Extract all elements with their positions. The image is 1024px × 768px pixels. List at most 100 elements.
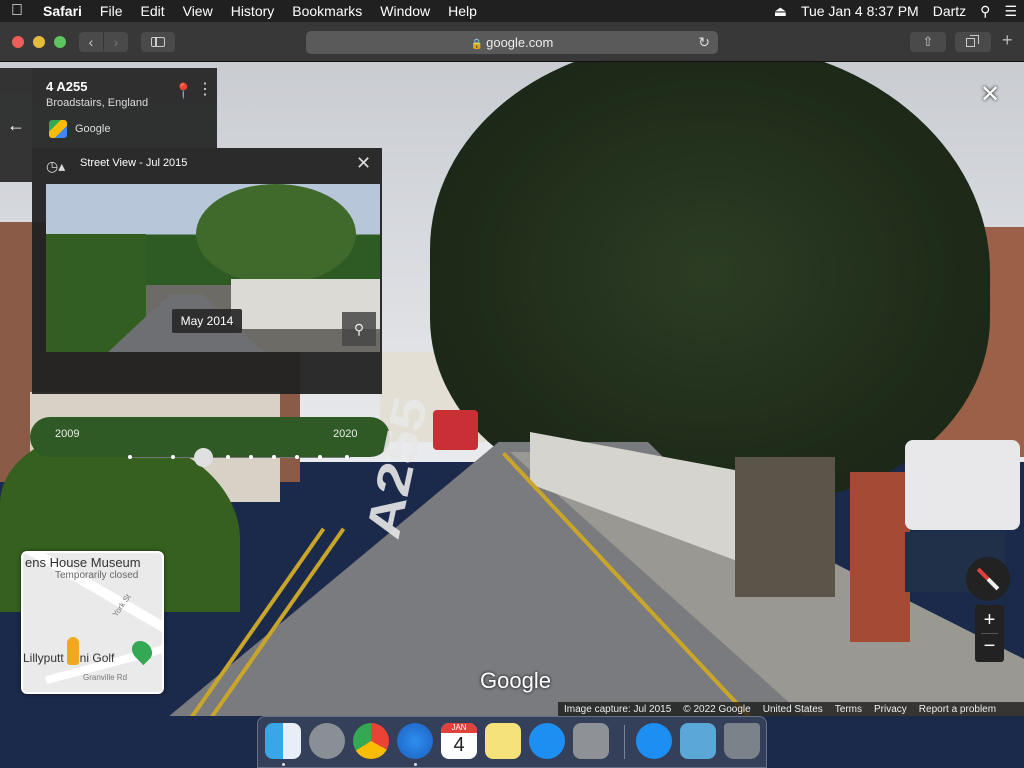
calendar-icon[interactable]: JAN 4 xyxy=(441,723,477,759)
lock-icon: 🔒 xyxy=(470,39,484,50)
tabs-icon-back xyxy=(970,35,979,44)
more-options-icon[interactable]: ⋮ xyxy=(197,79,213,99)
year-end-label: 2020 xyxy=(333,428,358,440)
close-icon[interactable]: ✕ xyxy=(356,153,371,174)
menu-help[interactable]: Help xyxy=(439,0,486,22)
timeline-dot[interactable] xyxy=(345,455,349,459)
timeline-track[interactable] xyxy=(128,455,350,459)
control-center-icon[interactable]: ☰ xyxy=(997,3,1024,20)
location-pin-icon[interactable]: 📍 xyxy=(174,82,193,100)
timeline-dot[interactable] xyxy=(272,455,276,459)
minimap[interactable]: ens House Museum Temporarily closed York… xyxy=(21,551,164,694)
app-store-download-icon[interactable] xyxy=(636,723,672,759)
reload-icon[interactable]: ↻ xyxy=(698,31,710,54)
forward-button[interactable]: › xyxy=(104,32,128,52)
timeline-dot[interactable] xyxy=(226,455,230,459)
google-watermark: Google xyxy=(480,668,551,693)
history-clock-icon[interactable]: ◷▴ xyxy=(46,158,65,175)
timeline-dot[interactable] xyxy=(249,455,253,459)
menu-safari[interactable]: Safari xyxy=(34,0,91,22)
privacy-link[interactable]: Privacy xyxy=(868,704,913,715)
menu-window[interactable]: Window xyxy=(371,0,439,22)
pegman-icon[interactable] xyxy=(67,637,79,665)
tab-overview-button[interactable] xyxy=(955,32,991,52)
timeline-slider-knob[interactable] xyxy=(193,448,213,467)
address-bar[interactable]: 🔒 google.com ↻ xyxy=(306,31,718,54)
notes-icon[interactable] xyxy=(485,723,521,759)
url-text: google.com xyxy=(486,35,554,50)
calendar-day: 4 xyxy=(453,734,465,756)
back-button[interactable]: ‹ xyxy=(79,32,103,52)
divider xyxy=(981,633,998,634)
zoom-in-thumbnail-icon[interactable]: ⚲ xyxy=(342,312,376,346)
address-card: 4 A255 Broadstairs, England 📍 ⋮ Google xyxy=(32,68,217,148)
dock-separator xyxy=(624,725,625,759)
share-button[interactable]: ⇧ xyxy=(910,32,946,52)
spotlight-search-icon[interactable]: ⚲ xyxy=(973,3,997,20)
menu-file[interactable]: File xyxy=(91,0,132,22)
year-start-label: 2009 xyxy=(55,428,80,440)
trash-icon[interactable] xyxy=(724,723,760,759)
report-problem-link[interactable]: Report a problem xyxy=(913,704,1002,715)
copyright: © 2022 Google xyxy=(683,703,751,715)
chrome-icon[interactable] xyxy=(353,723,389,759)
running-indicator xyxy=(414,763,417,766)
date-tooltip: May 2014 xyxy=(172,309,242,333)
menu-view[interactable]: View xyxy=(174,0,222,22)
back-arrow-button[interactable]: ← xyxy=(0,68,32,182)
map-place-label: ens House Museum xyxy=(25,555,141,570)
attribution-bar: Image capture: Jul 2015 © 2022 Google Un… xyxy=(558,702,1024,716)
eject-icon[interactable]: ⏏ xyxy=(767,3,794,20)
zoom-in-button[interactable]: + xyxy=(975,607,1004,633)
address-subtitle: Broadstairs, England xyxy=(46,97,149,109)
white-structure xyxy=(905,440,1020,530)
timeline-dot[interactable] xyxy=(295,455,299,459)
google-maps-icon xyxy=(49,120,67,138)
close-street-view-icon[interactable]: ✕ xyxy=(980,80,1000,109)
menu-bar:  Safari File Edit View History Bookmark… xyxy=(0,0,1024,22)
launchpad-icon[interactable] xyxy=(309,723,345,759)
terms-link[interactable]: Terms xyxy=(829,704,868,715)
zoom-control: + − xyxy=(975,605,1004,662)
bus xyxy=(433,410,478,450)
dock: JAN 4 xyxy=(257,716,767,768)
brick-pillar xyxy=(850,472,910,642)
map-street-label-2: Granville Rd xyxy=(83,673,128,682)
timeline-dot[interactable] xyxy=(171,455,175,459)
finder-icon[interactable] xyxy=(265,723,301,759)
back-arrow-icon: ← xyxy=(7,115,25,135)
sidebar-toggle-button[interactable] xyxy=(141,32,175,52)
zoom-out-button[interactable]: − xyxy=(975,635,1004,661)
timeline-dot[interactable] xyxy=(128,455,132,459)
image-capture-date: Image capture: Jul 2015 xyxy=(564,703,672,715)
time-machine-title: Street View - Jul 2015 xyxy=(80,157,188,169)
timeline-dot[interactable] xyxy=(318,455,322,459)
menu-edit[interactable]: Edit xyxy=(131,0,173,22)
region-link[interactable]: United States xyxy=(757,704,829,715)
map-place-status: Temporarily closed xyxy=(55,570,139,581)
app-store-icon[interactable] xyxy=(529,723,565,759)
apple-menu-icon[interactable]:  xyxy=(0,2,34,20)
menu-bookmarks[interactable]: Bookmarks xyxy=(283,0,371,22)
clock-text[interactable]: Tue Jan 4 8:37 PM xyxy=(794,3,926,19)
window-close-button[interactable] xyxy=(12,36,24,48)
address-title: 4 A255 xyxy=(46,79,88,94)
safari-icon[interactable] xyxy=(397,723,433,759)
user-name[interactable]: Dartz xyxy=(926,3,973,19)
calendar-month: JAN xyxy=(441,723,477,733)
new-tab-button[interactable]: + xyxy=(1002,30,1013,51)
thumb-tree xyxy=(196,184,356,284)
downloads-folder-icon[interactable] xyxy=(680,723,716,759)
time-machine-panel: ◷▴ Street View - Jul 2015 ✕ ⚲ May 2014 2… xyxy=(32,148,382,467)
compass-icon[interactable] xyxy=(966,557,1010,601)
compass-needle-south xyxy=(986,577,1000,591)
running-indicator xyxy=(282,763,285,766)
menu-history[interactable]: History xyxy=(222,0,284,22)
window-fullscreen-button[interactable] xyxy=(54,36,66,48)
window-minimize-button[interactable] xyxy=(33,36,45,48)
wooden-fence xyxy=(735,457,835,597)
system-preferences-icon[interactable] xyxy=(573,723,609,759)
street-view-canvas[interactable]: A255 Google ← 4 A255 Broadstairs, Englan… xyxy=(0,62,1024,716)
source-label: Google xyxy=(75,123,111,135)
large-tree xyxy=(430,62,990,502)
